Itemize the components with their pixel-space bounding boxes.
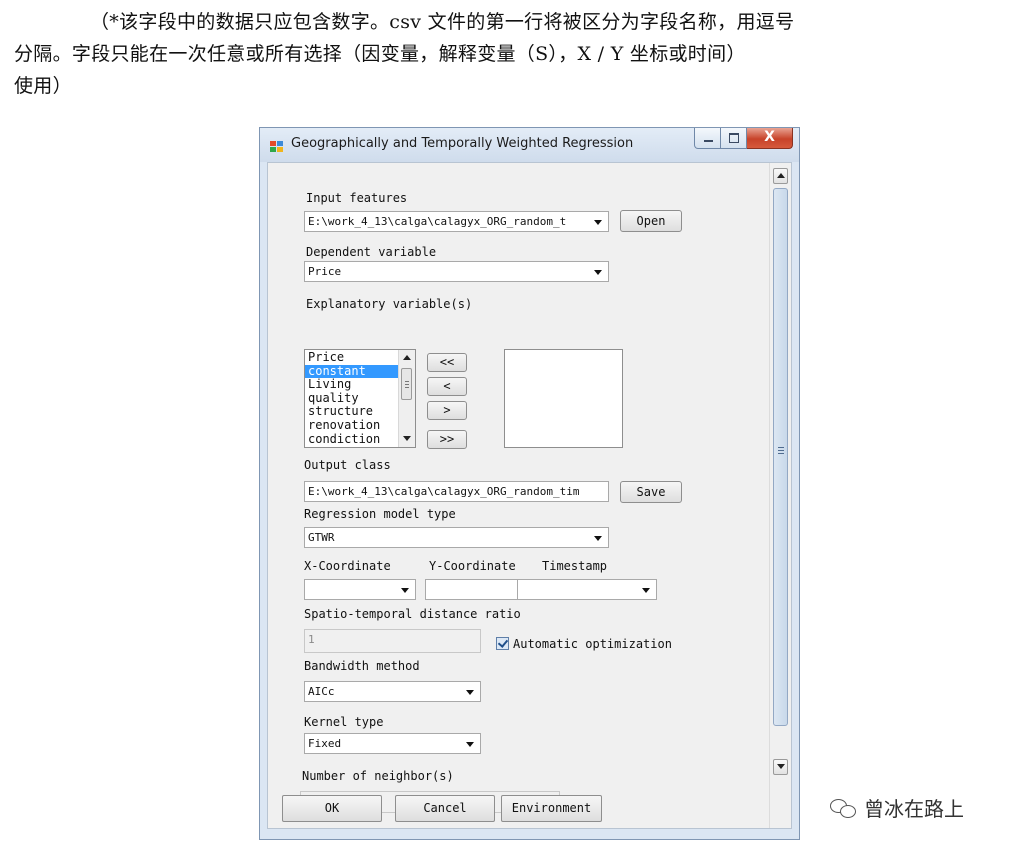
chevron-down-icon: [594, 536, 602, 541]
kernel-type-value: Fixed: [308, 737, 342, 750]
automatic-optimization-label: Automatic optimization: [513, 637, 672, 651]
list-item[interactable]: structure: [305, 405, 399, 419]
input-features-value: E:\work_4_13\calga\calagyx_ORG_random_t: [308, 215, 567, 228]
chevron-down-icon: [777, 764, 785, 769]
doc-line-2: 分隔。字段只能在一次任意或所有选择（因变量，解释变量（S），X / Y 坐标或时…: [14, 43, 746, 65]
list-item[interactable]: condiction: [305, 432, 399, 447]
explanatory-variables-label: Explanatory variable(s): [306, 297, 473, 311]
form-panel: Input features E:\work_4_13\calga\calagy…: [268, 163, 773, 813]
chevron-down-icon: [403, 436, 411, 441]
chevron-down-icon: [466, 742, 474, 747]
chevron-down-icon: [642, 588, 650, 593]
doc-line-3: 使用）: [14, 75, 72, 97]
bandwidth-method-value: AICc: [308, 685, 335, 698]
number-of-neighbors-label: Number of neighbor(s): [302, 769, 454, 783]
explanatory-variables-list[interactable]: Price constant Living quality structure …: [304, 349, 416, 448]
regression-model-type-combo[interactable]: GTWR: [304, 527, 609, 548]
bandwidth-method-label: Bandwidth method: [304, 659, 420, 673]
dialog-client-area: Input features E:\work_4_13\calga\calagy…: [267, 162, 792, 829]
chevron-down-icon: [594, 220, 602, 225]
list-item[interactable]: renovation: [305, 419, 399, 433]
selected-variables-list[interactable]: [504, 349, 623, 448]
form-scrollbar[interactable]: [769, 163, 791, 828]
chevron-up-icon: [777, 173, 785, 178]
kernel-type-combo[interactable]: Fixed: [304, 733, 481, 754]
add-all-variables-button[interactable]: <<: [427, 353, 467, 372]
title-bar[interactable]: Geographically and Temporally Weighted R…: [260, 128, 799, 162]
dependent-variable-combo[interactable]: Price: [304, 261, 609, 282]
regression-model-type-label: Regression model type: [304, 507, 456, 521]
list-item-selected[interactable]: constant: [305, 364, 399, 379]
maximize-button[interactable]: [721, 128, 747, 149]
wechat-icon: [830, 797, 858, 819]
x-coordinate-combo[interactable]: [304, 579, 416, 600]
scroll-down-button[interactable]: [773, 759, 788, 775]
cancel-button[interactable]: Cancel: [395, 795, 495, 822]
automatic-optimization-checkbox[interactable]: [496, 637, 509, 650]
scroll-down-arrow[interactable]: [400, 431, 413, 445]
bandwidth-method-combo[interactable]: AICc: [304, 681, 481, 702]
gtwr-dialog-window: Geographically and Temporally Weighted R…: [259, 127, 800, 840]
dependent-variable-label: Dependent variable: [306, 245, 437, 259]
output-class-label: Output class: [304, 458, 391, 472]
remove-variable-button[interactable]: >: [427, 401, 467, 420]
add-variable-button[interactable]: <: [427, 377, 467, 396]
timestamp-combo[interactable]: [517, 579, 657, 600]
watermark: 曾冰在路上: [830, 793, 964, 822]
remove-all-variables-button[interactable]: >>: [427, 430, 467, 449]
distance-ratio-field[interactable]: 1: [304, 629, 481, 653]
x-coordinate-label: X-Coordinate: [304, 559, 391, 573]
window-controls: X: [694, 128, 793, 150]
y-coordinate-label: Y-Coordinate: [429, 559, 516, 573]
input-features-label: Input features: [306, 191, 408, 205]
kernel-type-label: Kernel type: [304, 715, 384, 729]
chevron-down-icon: [594, 270, 602, 275]
chevron-up-icon: [403, 355, 411, 360]
environment-button[interactable]: Environment: [501, 795, 602, 822]
app-icon: [270, 141, 284, 153]
doc-line-1: （*该字段中的数据只应包含数字。csv 文件的第一行将被区分为字段名称，用逗号: [90, 11, 795, 33]
distance-ratio-label: Spatio-temporal distance ratio: [304, 607, 521, 621]
list-item[interactable]: quality: [305, 391, 399, 406]
close-button[interactable]: X: [747, 128, 793, 149]
form-scroll-thumb[interactable]: [773, 188, 788, 726]
document-paragraph: （*该字段中的数据只应包含数字。csv 文件的第一行将被区分为字段名称，用逗号 …: [14, 6, 987, 102]
minimize-button[interactable]: [694, 128, 721, 149]
scroll-up-button[interactable]: [773, 168, 788, 184]
list-item[interactable]: Price: [305, 351, 399, 365]
regression-model-type-value: GTWR: [308, 531, 335, 544]
scroll-up-arrow[interactable]: [400, 351, 413, 365]
output-class-field[interactable]: E:\work_4_13\calga\calagyx_ORG_random_ti…: [304, 481, 609, 502]
ok-button[interactable]: OK: [282, 795, 382, 822]
list-item[interactable]: Living: [305, 378, 399, 392]
chevron-down-icon: [466, 690, 474, 695]
list-scrollbar[interactable]: [398, 350, 415, 447]
input-features-combo[interactable]: E:\work_4_13\calga\calagyx_ORG_random_t: [304, 211, 609, 232]
close-icon: X: [764, 129, 775, 145]
open-button[interactable]: Open: [620, 210, 682, 232]
watermark-text: 曾冰在路上: [864, 797, 964, 821]
chevron-down-icon: [401, 588, 409, 593]
timestamp-label: Timestamp: [542, 559, 608, 573]
list-scroll-thumb[interactable]: [401, 368, 412, 400]
dependent-variable-value: Price: [308, 265, 342, 278]
save-button[interactable]: Save: [620, 481, 682, 503]
window-title: Geographically and Temporally Weighted R…: [291, 136, 634, 151]
output-class-value: E:\work_4_13\calga\calagyx_ORG_random_ti…: [308, 485, 580, 498]
distance-ratio-value: 1: [308, 633, 315, 646]
